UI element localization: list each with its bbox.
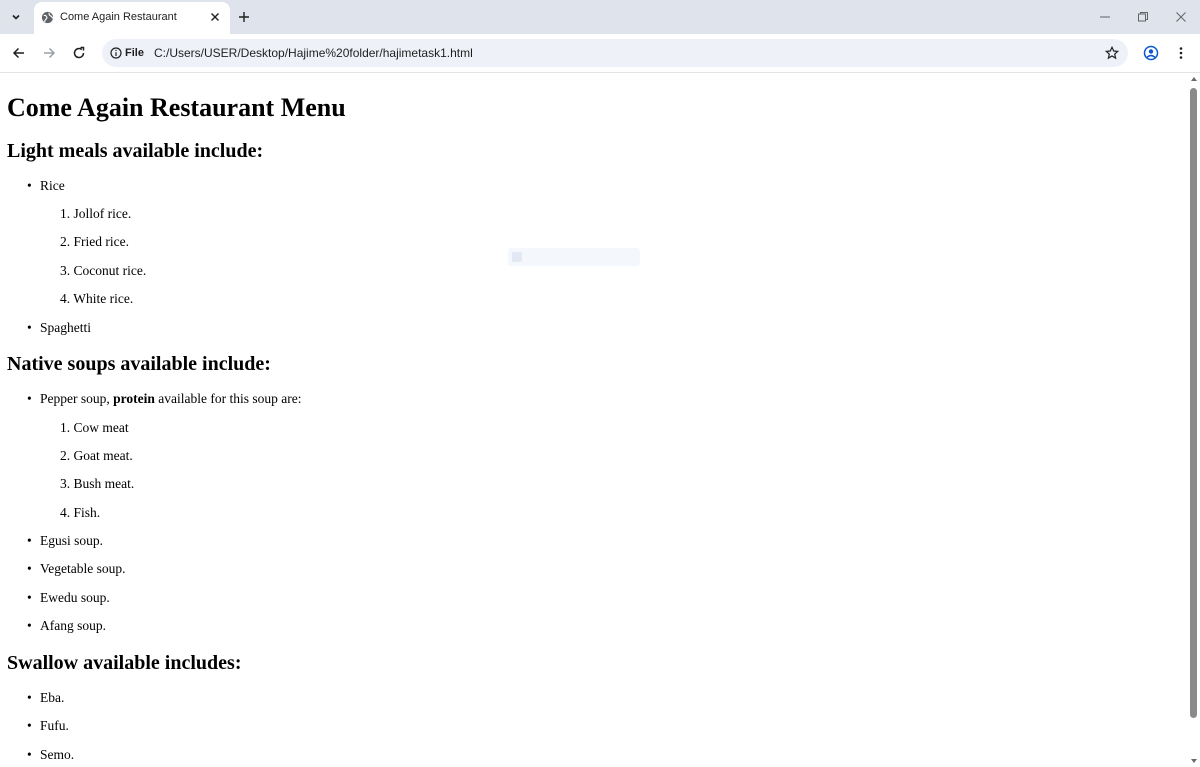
scrollbar-thumb[interactable] bbox=[1190, 88, 1197, 718]
faded-overlay bbox=[508, 248, 640, 266]
profile-icon bbox=[1143, 45, 1159, 61]
plus-icon bbox=[239, 12, 249, 22]
rice-item-3: 3. Coconut rice. bbox=[60, 263, 147, 278]
bullet: • bbox=[27, 533, 32, 548]
protein-item-4: 4. Fish. bbox=[60, 505, 101, 520]
browser-toolbar: File C:/Users/USER/Desktop/Hajime%20fold… bbox=[0, 34, 1200, 73]
protein-item-3: 3. Bush meat. bbox=[60, 476, 135, 491]
protein-item-2: 2. Goat meat. bbox=[60, 448, 133, 463]
globe-icon bbox=[41, 11, 54, 24]
page-viewport: Come Again Restaurant Menu Light meals a… bbox=[0, 73, 1188, 767]
bullet: • bbox=[27, 690, 32, 705]
forward-button[interactable] bbox=[37, 41, 61, 65]
reload-icon bbox=[73, 46, 85, 59]
triangle-down-icon bbox=[1191, 759, 1197, 763]
chevron-down-icon bbox=[12, 14, 20, 20]
rice-item-1: 1. Jollof rice. bbox=[60, 206, 132, 221]
section-heading-swallow: Swallow available includes: bbox=[7, 652, 242, 674]
protein-emphasis: protein bbox=[113, 391, 155, 406]
bullet: • bbox=[27, 618, 32, 633]
kebab-menu-icon bbox=[1179, 47, 1183, 59]
scheme-label: File bbox=[125, 47, 144, 59]
info-icon bbox=[110, 47, 122, 59]
new-tab-button[interactable] bbox=[234, 7, 254, 27]
reload-button[interactable] bbox=[67, 41, 91, 65]
back-button[interactable] bbox=[7, 41, 31, 65]
tab-close-button[interactable] bbox=[206, 8, 224, 26]
pepper-soup-prefix: Pepper soup, bbox=[40, 391, 114, 406]
vertical-scrollbar[interactable] bbox=[1188, 73, 1200, 767]
star-icon bbox=[1105, 46, 1119, 60]
bullet: • bbox=[27, 561, 32, 576]
bookmark-button[interactable] bbox=[1102, 43, 1122, 63]
scroll-up-button[interactable] bbox=[1190, 75, 1198, 83]
bullet: • bbox=[27, 178, 32, 193]
restore-button[interactable] bbox=[1128, 6, 1158, 28]
address-bar[interactable]: File C:/Users/USER/Desktop/Hajime%20fold… bbox=[102, 39, 1128, 67]
bullet: • bbox=[27, 391, 32, 406]
page-title: Come Again Restaurant Menu bbox=[7, 93, 346, 122]
bullet: • bbox=[27, 590, 32, 605]
rice-item-4: 4. White rice. bbox=[60, 291, 134, 306]
restore-icon bbox=[1138, 12, 1148, 22]
tab-search-button[interactable] bbox=[4, 6, 28, 28]
minimize-button[interactable] bbox=[1090, 6, 1120, 28]
triangle-up-icon bbox=[1191, 77, 1197, 81]
profile-button[interactable] bbox=[1139, 41, 1163, 65]
close-icon bbox=[211, 13, 219, 21]
tab-title: Come Again Restaurant bbox=[60, 11, 177, 23]
tab-strip: Come Again Restaurant bbox=[0, 0, 1200, 34]
protein-item-1: 1. Cow meat bbox=[60, 420, 129, 435]
faded-overlay-icon bbox=[512, 252, 522, 262]
arrow-right-icon bbox=[44, 47, 56, 59]
site-info-chip[interactable]: File bbox=[110, 45, 144, 61]
pepper-soup-suffix: available for this soup are: bbox=[154, 391, 302, 406]
browser-tab-active[interactable]: Come Again Restaurant bbox=[34, 2, 230, 34]
window-close-button[interactable] bbox=[1166, 6, 1196, 28]
rice-item-2: 2. Fried rice. bbox=[60, 234, 129, 249]
browser-menu-button[interactable] bbox=[1169, 41, 1193, 65]
url-text[interactable]: C:/Users/USER/Desktop/Hajime%20folder/ha… bbox=[154, 46, 473, 60]
arrow-left-icon bbox=[12, 47, 24, 59]
scroll-down-button[interactable] bbox=[1190, 757, 1198, 765]
minimize-icon bbox=[1100, 16, 1110, 18]
bullet: • bbox=[27, 320, 32, 335]
bullet: • bbox=[27, 747, 32, 762]
section-heading-light-meals: Light meals available include: bbox=[7, 140, 264, 162]
section-heading-native-soups: Native soups available include: bbox=[7, 353, 271, 375]
bullet: • bbox=[27, 718, 32, 733]
close-icon bbox=[1176, 12, 1186, 22]
